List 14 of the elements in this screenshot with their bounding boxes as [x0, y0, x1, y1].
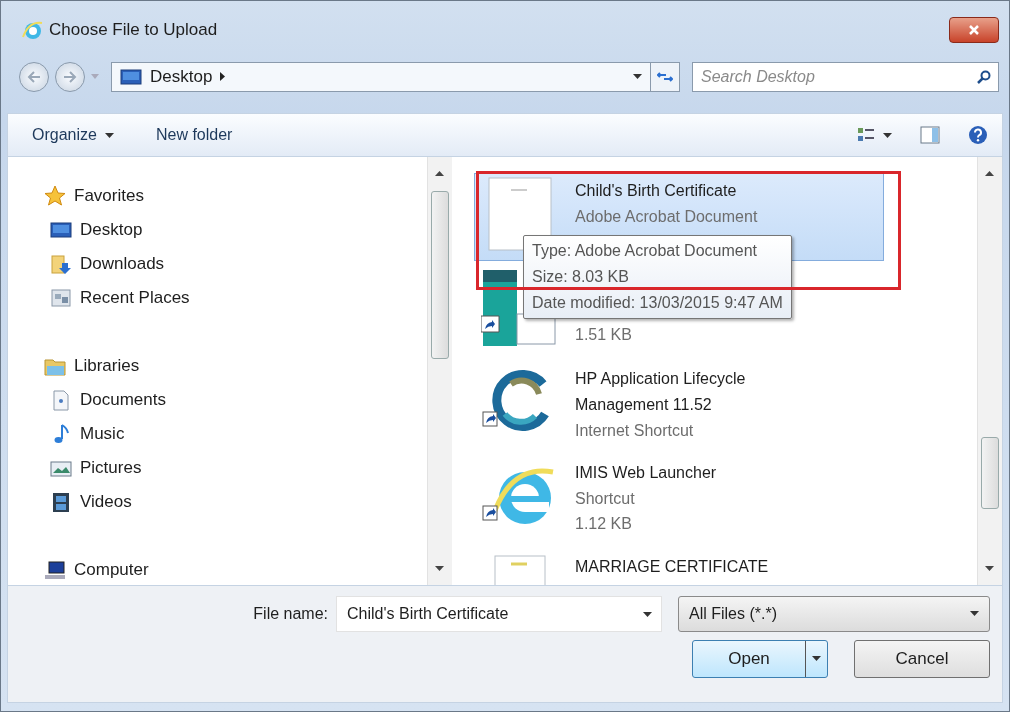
file-name-label: File name:	[253, 604, 328, 623]
file-size: 1.51 KB	[575, 324, 632, 345]
file-type: Adobe Acrobat Document	[575, 206, 758, 227]
file-type: Internet Shortcut	[575, 420, 695, 441]
tooltip-line: Type: Adobe Acrobat Document	[532, 240, 759, 261]
file-name: IMIS Web Launcher	[575, 462, 717, 483]
file-name: Child's Birth Certificate	[575, 180, 738, 201]
tooltip-line: Size: 8.03 KB	[532, 266, 630, 287]
file-name: HP Application Lifecycle Management 11.52	[575, 368, 747, 415]
file-type: Shortcut	[575, 488, 636, 509]
tooltip-line: Date modified: 13/03/2015 9:47 AM	[532, 292, 783, 313]
file-name: MARRIAGE CERTIFICATE	[575, 556, 769, 577]
window-title: Choose File to Upload	[49, 19, 219, 40]
file-size: 1.12 KB	[575, 513, 633, 534]
